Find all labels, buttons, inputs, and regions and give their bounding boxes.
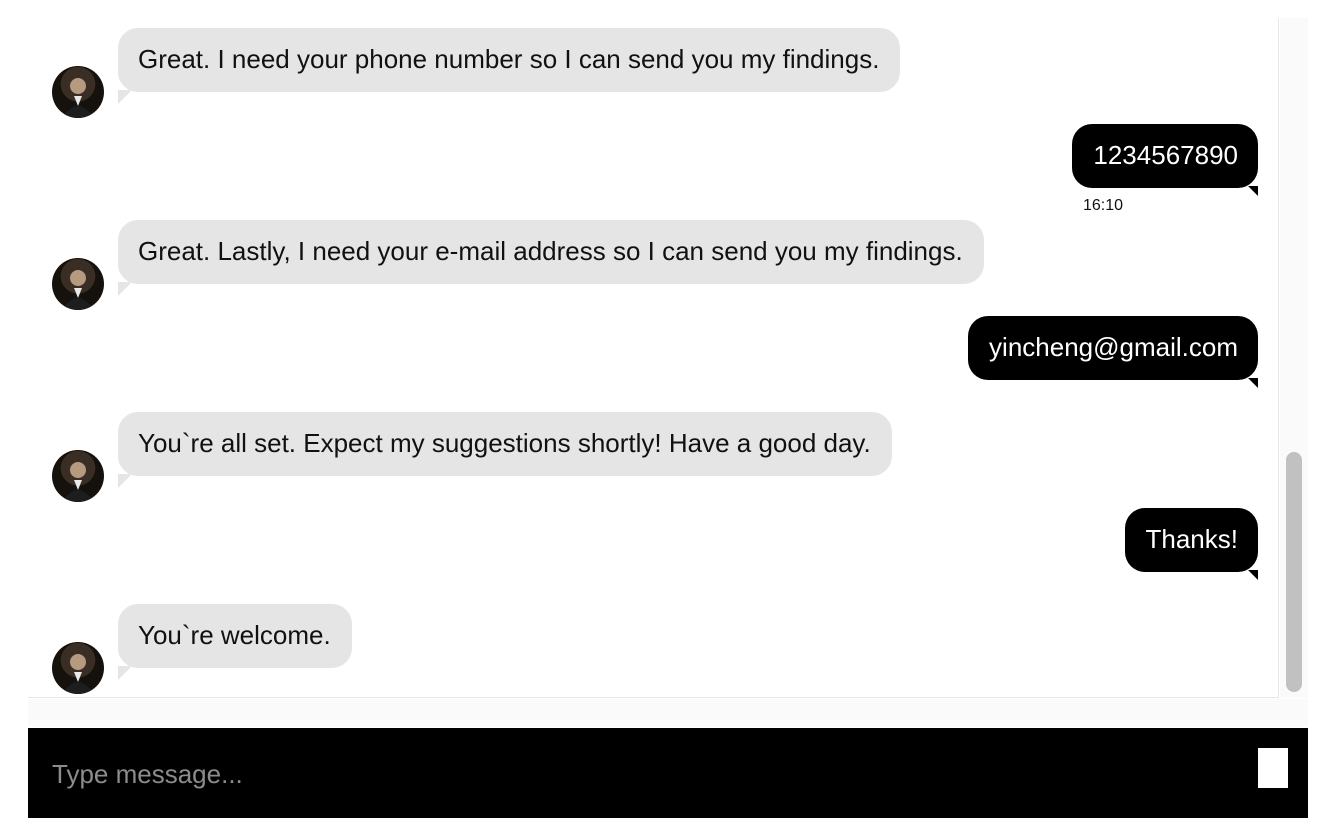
- bubble-tail: [118, 282, 132, 296]
- divider: [28, 699, 1308, 727]
- bubble-tail: [118, 90, 132, 104]
- message-text: Great. I need your phone number so I can…: [138, 44, 880, 74]
- bubble-tail: [118, 666, 132, 680]
- message-text: yincheng@gmail.com: [989, 332, 1238, 362]
- bot-message-bubble: Great. Lastly, I need your e-mail addres…: [118, 220, 984, 296]
- avatar-photo-icon: [62, 654, 94, 694]
- scrollbar-thumb[interactable]: [1286, 452, 1302, 692]
- message-timestamp: 16:10: [1083, 197, 1124, 214]
- user-message-bubble: 1234567890: [1072, 124, 1258, 196]
- message-text: Great. Lastly, I need your e-mail addres…: [138, 236, 963, 266]
- user-message-bubble: Thanks!: [1124, 508, 1258, 580]
- bot-avatar: [52, 450, 104, 502]
- avatar-photo-icon: [62, 270, 94, 310]
- bubble-tail: [118, 474, 132, 488]
- bubble-tail: [1248, 570, 1258, 580]
- user-message-bubble: yincheng@gmail.com: [968, 316, 1258, 388]
- bubble-tail: [1248, 186, 1258, 196]
- bot-message-bubble: You`re all set. Expect my suggestions sh…: [118, 412, 892, 488]
- chat-window: Great. I need your phone number so I can…: [28, 18, 1308, 840]
- message-input[interactable]: [50, 750, 1234, 798]
- message-list[interactable]: Great. I need your phone number so I can…: [28, 18, 1279, 698]
- bot-message-bubble: You`re welcome.: [118, 604, 352, 680]
- bot-avatar: [52, 258, 104, 310]
- avatar-photo-icon: [62, 462, 94, 502]
- message-text: You`re all set. Expect my suggestions sh…: [138, 428, 871, 458]
- bot-message-bubble: Great. I need your phone number so I can…: [118, 28, 901, 104]
- message-text: You`re welcome.: [138, 620, 331, 650]
- bot-avatar: [52, 642, 104, 694]
- composer-bar: [28, 728, 1308, 818]
- send-button[interactable]: [1258, 748, 1288, 788]
- bubble-tail: [1248, 378, 1258, 388]
- message-text: 1234567890: [1093, 140, 1238, 170]
- message-text: Thanks!: [1145, 524, 1239, 554]
- bot-avatar: [52, 66, 104, 118]
- avatar-photo-icon: [62, 78, 94, 118]
- scrollbar[interactable]: [1280, 18, 1308, 698]
